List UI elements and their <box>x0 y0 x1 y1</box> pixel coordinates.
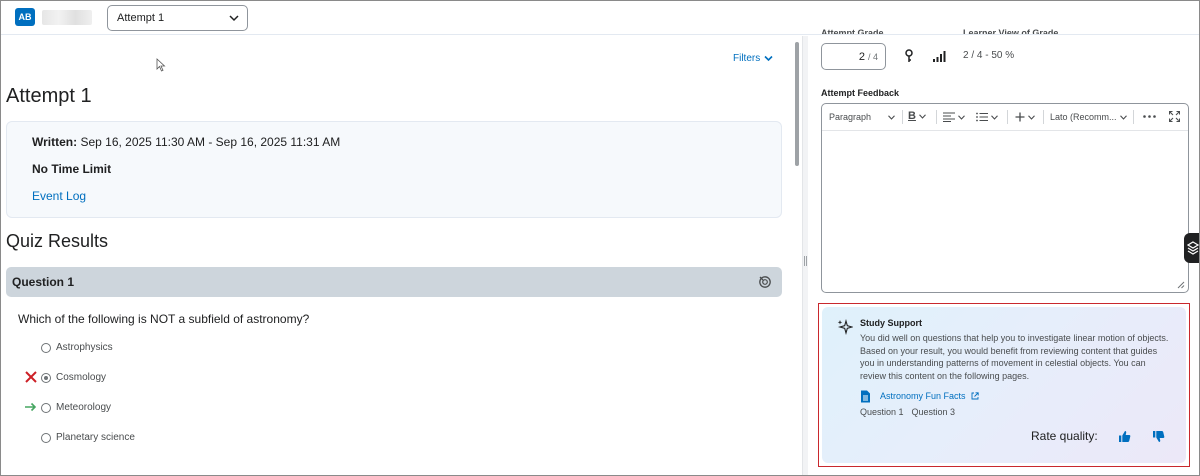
paragraph-format-dropdown[interactable]: Paragraph <box>829 112 895 122</box>
fullscreen-icon <box>1169 111 1180 122</box>
more-horizontal-icon <box>1143 115 1156 118</box>
attempt-feedback-label: Attempt Feedback <box>821 88 900 98</box>
radio-button <box>41 342 51 353</box>
radio-button <box>41 402 51 413</box>
font-family-dropdown[interactable]: Lato (Recomm... <box>1050 112 1127 122</box>
attempt-select[interactable]: Attempt 1 <box>107 5 248 31</box>
toolbar-separator <box>902 110 903 124</box>
scroll-thumb[interactable] <box>795 42 799 166</box>
assistant-side-tab[interactable] <box>1184 233 1199 263</box>
chevron-down-icon <box>1119 114 1127 120</box>
align-left-icon <box>943 112 955 122</box>
study-support-title: Study Support <box>860 318 922 328</box>
avatar[interactable]: AB <box>15 8 35 26</box>
grade-out-of: / 4 <box>867 51 878 62</box>
learner-view-label: Learner View of Grade <box>963 28 1059 34</box>
radio-button <box>41 432 51 443</box>
radio-button-selected <box>41 372 51 383</box>
grade-value: 2 <box>858 50 865 63</box>
thumbs-down-icon[interactable] <box>1152 430 1165 443</box>
attempt-title: Attempt 1 <box>6 85 92 107</box>
study-support-highlight: Study Support You did well on questions … <box>818 303 1190 467</box>
external-link-icon <box>971 392 979 400</box>
toolbar-separator <box>936 110 937 124</box>
incorrect-x-icon <box>25 371 37 383</box>
chevron-down-icon <box>764 55 773 62</box>
learner-grade-value: 2 / 4 - 50 % <box>963 50 1015 61</box>
study-support-card: Study Support You did well on questions … <box>822 307 1186 463</box>
assistant-logo-icon <box>1186 241 1199 255</box>
resource-title: Astronomy Fun Facts <box>880 391 966 401</box>
font-family-label: Lato (Recomm... <box>1050 112 1117 122</box>
chevron-down-icon <box>919 113 926 119</box>
resource-question-item: Question 3 <box>911 407 956 417</box>
time-limit: No Time Limit <box>32 162 112 176</box>
answer-label: Planetary science <box>56 432 135 443</box>
toolbar-separator <box>1133 110 1134 124</box>
key-icon[interactable] <box>904 49 914 63</box>
rate-quality-label: Rate quality: <box>1031 429 1098 443</box>
answer-option: Astrophysics <box>41 342 113 353</box>
thumbs-up-icon[interactable] <box>1118 430 1131 443</box>
attempt-grade-label: Attempt Grade <box>821 28 884 34</box>
chevron-down-icon <box>888 114 895 120</box>
resource-question-item: Question 1 <box>860 407 904 417</box>
filters-button[interactable]: Filters <box>733 53 773 64</box>
plus-icon <box>1015 112 1025 122</box>
feedback-editor[interactable]: Paragraph B Lato (Recomm... <box>821 103 1189 293</box>
editor-toolbar: Paragraph B Lato (Recomm... <box>822 104 1188 131</box>
more-options-button[interactable] <box>1143 115 1156 118</box>
drag-handle-icon[interactable] <box>804 256 807 266</box>
answer-label: Cosmology <box>56 372 107 383</box>
written-value: Sep 16, 2025 11:30 AM - Sep 16, 2025 11:… <box>80 135 341 149</box>
reset-target-icon[interactable] <box>758 275 772 289</box>
sparkle-icon <box>837 319 853 335</box>
quiz-results-title: Quiz Results <box>6 231 109 251</box>
attempt-select-value: Attempt 1 <box>117 12 165 24</box>
toolbar-separator <box>1007 110 1008 124</box>
question-header: Question 1 <box>6 267 782 297</box>
answer-label: Astrophysics <box>56 342 113 353</box>
answer-option: Cosmology <box>41 372 106 383</box>
chevron-down-icon <box>229 15 239 22</box>
grading-panel: Attempt Grade Learner View of Grade 2 / … <box>809 1 1199 475</box>
written-row: Written: Sep 16, 2025 11:30 AM - Sep 16,… <box>32 135 340 149</box>
left-scrollbar[interactable] <box>793 36 801 475</box>
question-text: Which of the following is NOT a subfield… <box>18 312 310 326</box>
chevron-down-icon <box>991 114 998 120</box>
bullet-list-icon <box>976 112 988 122</box>
resource-questions: Question 1 Question 3 <box>860 407 955 417</box>
paragraph-label: Paragraph <box>829 112 872 122</box>
panel-divider[interactable] <box>802 36 808 475</box>
chevron-down-icon <box>1028 114 1035 120</box>
bold-label: B <box>908 110 916 122</box>
grade-input[interactable]: 2 / 4 <box>821 43 886 70</box>
fullscreen-button[interactable] <box>1169 111 1180 122</box>
event-log-link[interactable]: Event Log <box>32 189 86 203</box>
filters-label: Filters <box>733 53 761 64</box>
learner-name-redacted <box>42 10 92 25</box>
answer-option: Meteorology <box>41 402 111 413</box>
bold-button[interactable]: B <box>908 110 926 122</box>
insert-button[interactable] <box>1015 112 1035 122</box>
signal-bars-icon[interactable] <box>932 50 946 62</box>
quiz-attempt-view: AB Attempt 1 Filters Attempt 1 Written: … <box>0 0 1200 476</box>
resize-handle-icon[interactable] <box>1176 280 1185 289</box>
question-label: Question 1 <box>12 275 75 289</box>
attempt-details-panel: Filters Attempt 1 Written: Sep 16, 2025 … <box>1 36 791 475</box>
resource-link[interactable]: Astronomy Fun Facts <box>880 391 979 401</box>
chevron-down-icon <box>958 114 965 120</box>
answer-option: Planetary science <box>41 432 135 443</box>
study-support-body: You did well on questions that help you … <box>860 333 1169 381</box>
answer-label: Meteorology <box>56 402 112 413</box>
mouse-cursor-icon <box>156 58 166 72</box>
toolbar-separator <box>1043 110 1044 124</box>
align-button[interactable] <box>943 112 965 122</box>
document-icon <box>861 390 870 403</box>
written-label: Written: <box>32 135 78 149</box>
attempt-info-card: Written: Sep 16, 2025 11:30 AM - Sep 16,… <box>6 121 782 218</box>
correct-answer-arrow-icon <box>25 402 37 412</box>
list-button[interactable] <box>976 112 998 122</box>
